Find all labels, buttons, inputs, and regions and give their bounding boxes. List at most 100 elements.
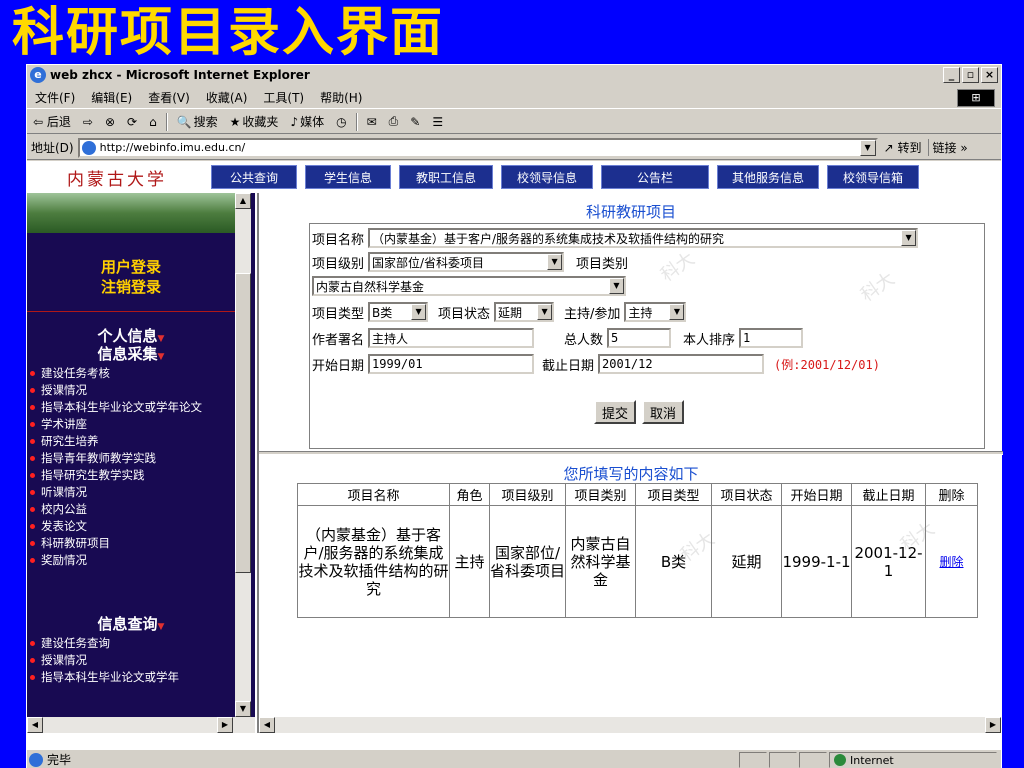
status-text: 完毕 xyxy=(47,753,72,767)
refresh-icon[interactable]: ⟳ xyxy=(121,115,143,129)
sidebar-item-papers[interactable]: 发表论文 xyxy=(27,518,235,535)
status-bar: 完毕 Internet xyxy=(27,749,1001,768)
sidebar-horizontal-scrollbar[interactable]: ◀ ▶ xyxy=(27,717,255,733)
project-category-select[interactable]: 内蒙古自然科学基金 ▼ xyxy=(312,276,626,296)
project-type-label: 项目类型 xyxy=(312,306,365,322)
nav-public-query[interactable]: 公共查询 xyxy=(211,165,297,189)
site-nav: 内蒙古大学 公共查询 学生信息 教职工信息 校领导信息 公告栏 其他服务信息 校… xyxy=(27,161,1001,193)
sidebar-item-research-projects[interactable]: 科研教研项目 xyxy=(27,535,235,552)
home-icon[interactable]: ⌂ xyxy=(143,115,163,129)
menu-tools[interactable]: 工具(T) xyxy=(255,89,312,106)
search-button[interactable]: 🔍 搜索 xyxy=(171,113,224,130)
history-icon[interactable]: ◷ xyxy=(330,115,352,129)
menu-favorites[interactable]: 收藏(A) xyxy=(198,89,256,106)
sidebar-divider xyxy=(27,311,235,312)
discuss-icon[interactable]: ☰ xyxy=(426,115,449,129)
sidebar-item-teaching[interactable]: 授课情况 xyxy=(27,382,235,399)
scroll-thumb[interactable] xyxy=(235,273,251,573)
menu-view[interactable]: 查看(V) xyxy=(140,89,198,106)
stop-icon[interactable]: ⊗ xyxy=(99,115,121,129)
col-end-date: 截止日期 xyxy=(851,483,926,506)
sidebar-item-thesis-guidance[interactable]: 指导本科生毕业论文或学年论文 xyxy=(27,399,235,416)
nav-leader-mailbox[interactable]: 校领导信箱 xyxy=(827,165,919,189)
favorites-button[interactable]: ★ 收藏夹 xyxy=(224,113,285,130)
globe-icon xyxy=(834,754,846,766)
sidebar-item-graduate-training[interactable]: 研究生培养 xyxy=(27,433,235,450)
scroll-up-icon[interactable]: ▲ xyxy=(235,193,251,209)
sidebar-item-lectures[interactable]: 学术讲座 xyxy=(27,416,235,433)
project-type-value: B类 xyxy=(372,305,393,320)
scroll-down-icon[interactable]: ▼ xyxy=(235,701,251,717)
mail-icon[interactable]: ✉ xyxy=(361,115,383,129)
rank-input[interactable] xyxy=(739,328,804,348)
cell-end-date: 2001-12-1 xyxy=(851,505,926,618)
sidebar-vertical-scrollbar[interactable]: ▲ ▼ xyxy=(235,193,251,717)
project-level-select[interactable]: 国家部位/省科委项目 ▼ xyxy=(368,252,565,272)
project-name-select[interactable]: （内蒙基金）基于客户/服务器的系统集成技术及软插件结构的研究 ▼ xyxy=(368,228,919,248)
section-info-collect[interactable]: 信息采集▼ xyxy=(27,345,235,366)
sidebar-item-awards[interactable]: 奖励情况 xyxy=(27,552,235,569)
scroll-right-icon[interactable]: ▶ xyxy=(217,717,233,733)
address-input[interactable]: http://webinfo.imu.edu.cn/ ▼ xyxy=(77,137,878,158)
col-project-name: 项目名称 xyxy=(297,483,450,506)
back-button[interactable]: ⇦ 后退 xyxy=(27,113,77,130)
menu-edit[interactable]: 编辑(E) xyxy=(83,89,140,106)
left-sidebar: 用户登录 注销登录 个人信息▼ 信息采集▼ 建设任务考核 授课情况 指导本科生毕… xyxy=(27,193,255,733)
sidebar-item-public-welfare[interactable]: 校内公益 xyxy=(27,501,235,518)
login-link[interactable]: 用户登录 xyxy=(27,257,235,277)
row-type-status: 项目类型 B类 ▼ 项目状态 延期 ▼ 主持/参加 主持 ▼ xyxy=(312,302,687,322)
sidebar-item-class-observation[interactable]: 听课情况 xyxy=(27,484,235,501)
start-date-input[interactable] xyxy=(368,354,535,374)
go-button[interactable]: ↗ 转到 xyxy=(878,139,928,156)
project-status-select[interactable]: 延期 ▼ xyxy=(494,302,555,322)
rank-label: 本人排序 xyxy=(683,332,736,348)
delete-link[interactable]: 删除 xyxy=(925,505,978,618)
down-arrow-icon: ▼ xyxy=(157,622,165,632)
scroll-left-icon[interactable]: ◀ xyxy=(27,717,43,733)
role-select[interactable]: 主持 ▼ xyxy=(624,302,687,322)
menu-file[interactable]: 文件(F) xyxy=(27,89,83,106)
forward-button[interactable]: ⇨ xyxy=(77,115,99,129)
sidebar-item-task-assessment[interactable]: 建设任务考核 xyxy=(27,365,235,382)
sidebar-item-thesis-query[interactable]: 指导本科生毕业论文或学年 xyxy=(27,669,235,686)
sidebar-item-graduate-teaching[interactable]: 指导研究生教学实践 xyxy=(27,467,235,484)
menu-help[interactable]: 帮助(H) xyxy=(312,89,370,106)
chevron-down-icon: ▼ xyxy=(537,304,553,320)
row-project-name: 项目名称 （内蒙基金）基于客户/服务器的系统集成技术及软插件结构的研究 ▼ xyxy=(312,228,919,248)
total-people-input[interactable] xyxy=(607,328,672,348)
end-date-input[interactable] xyxy=(598,354,765,374)
nav-student-info[interactable]: 学生信息 xyxy=(305,165,391,189)
project-type-select[interactable]: B类 ▼ xyxy=(368,302,429,322)
nav-staff-info[interactable]: 教职工信息 xyxy=(399,165,493,189)
main-horizontal-scrollbar[interactable]: ◀ ▶ xyxy=(259,717,1001,733)
minimize-button[interactable]: _ xyxy=(943,67,960,83)
nav-other-services[interactable]: 其他服务信息 xyxy=(717,165,819,189)
sidebar-item-young-teacher[interactable]: 指导青年教师教学实践 xyxy=(27,450,235,467)
zone-panel: Internet xyxy=(829,752,997,768)
section-info-query[interactable]: 信息查询▼ xyxy=(27,615,235,636)
nav-notice-board[interactable]: 公告栏 xyxy=(601,165,709,189)
query-list: 建设任务查询 授课情况 指导本科生毕业论文或学年 xyxy=(27,635,235,686)
links-button[interactable]: 链接 » xyxy=(927,139,972,156)
frame-divider[interactable] xyxy=(259,451,1003,455)
nav-leader-info[interactable]: 校领导信息 xyxy=(501,165,593,189)
scroll-right-icon[interactable]: ▶ xyxy=(985,717,1001,733)
main-frame: 科大 科大 科大 科大 科研教研项目 项目名称 （内蒙基金）基于客户/服务器的系… xyxy=(257,193,1003,733)
media-button[interactable]: ♪ 媒体 xyxy=(284,113,330,130)
address-dropdown-icon[interactable]: ▼ xyxy=(859,139,876,156)
scroll-left-icon[interactable]: ◀ xyxy=(259,717,275,733)
toolbar-separator xyxy=(165,112,168,131)
sidebar-item-task-query[interactable]: 建设任务查询 xyxy=(27,635,235,652)
author-input[interactable] xyxy=(368,328,535,348)
page-icon xyxy=(81,140,96,155)
cancel-button[interactable]: 取消 xyxy=(642,400,685,424)
submit-button[interactable]: 提交 xyxy=(594,400,637,424)
edit-icon[interactable]: ✎ xyxy=(404,115,426,129)
logout-link[interactable]: 注销登录 xyxy=(27,277,235,297)
sidebar-item-teaching-query[interactable]: 授课情况 xyxy=(27,652,235,669)
row-project-category: 内蒙古自然科学基金 ▼ xyxy=(312,276,626,296)
print-icon[interactable]: ⎙ xyxy=(383,114,405,129)
close-button[interactable]: × xyxy=(981,67,998,83)
col-delete: 删除 xyxy=(925,483,978,506)
restore-button[interactable]: ▫ xyxy=(962,67,979,83)
